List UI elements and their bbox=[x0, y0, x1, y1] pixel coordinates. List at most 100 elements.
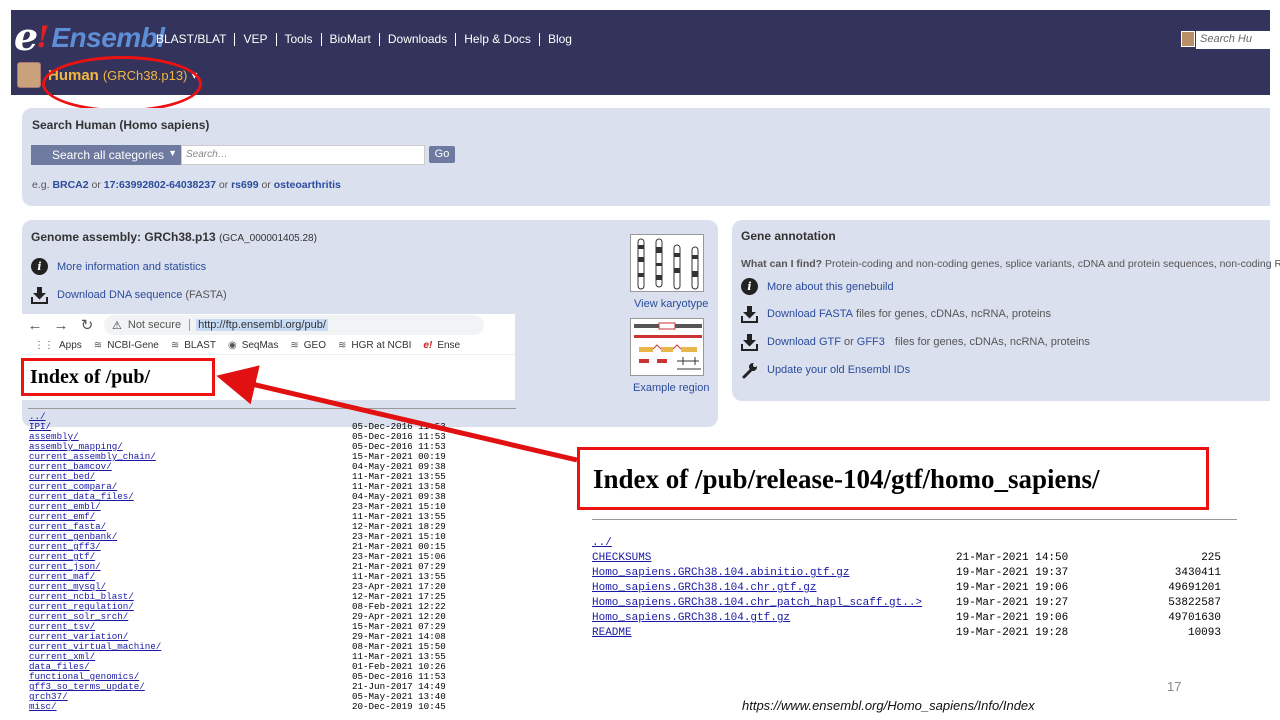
bookmark-hgr[interactable]: ≋ HGR at NCBI bbox=[338, 340, 411, 351]
globe-icon: ◉ bbox=[227, 340, 237, 351]
example-region-link[interactable]: Example region bbox=[633, 382, 709, 394]
download-dna-link[interactable]: Download DNA sequence (FASTA) bbox=[31, 286, 227, 304]
list-item: Homo_sapiens.GRCh38.104.chr.gtf.gz 19-Mar… bbox=[592, 581, 1232, 596]
back-icon[interactable]: ← bbox=[22, 317, 48, 334]
top-nav: BLAST/BLAT VEP Tools BioMart Downloads H… bbox=[156, 33, 580, 46]
nav-downloads[interactable]: Downloads bbox=[378, 33, 455, 46]
modified-date: 19-Mar-2021 19:06 bbox=[956, 612, 1069, 624]
bookmark-geo[interactable]: ≋ GEO bbox=[290, 340, 326, 351]
example-rs699[interactable]: rs699 bbox=[231, 179, 258, 191]
ensembl-logo[interactable]: e ! Ensembl bbox=[14, 16, 165, 56]
download-gff3-link[interactable]: GFF3 bbox=[857, 336, 885, 348]
bookmark-label: NCBI-Gene bbox=[107, 340, 159, 351]
more-genebuild-link[interactable]: i More about this genebuild bbox=[741, 278, 894, 295]
list-item: CHECKSUMS 21-Mar-2021 14:50 225 bbox=[592, 551, 1232, 566]
wrench-icon bbox=[742, 363, 757, 379]
search-title: Search Human (Homo sapiens) bbox=[32, 118, 210, 132]
file-link[interactable]: Homo_sapiens.GRCh38.104.abinitio.gtf.gz bbox=[592, 566, 956, 581]
nav-vep[interactable]: VEP bbox=[234, 33, 275, 46]
example-region-thumbnail[interactable] bbox=[630, 318, 704, 376]
nav-help-docs[interactable]: Help & Docs bbox=[455, 33, 539, 46]
bookmark-apps[interactable]: ⋮⋮ Apps bbox=[34, 340, 82, 351]
download-icon bbox=[31, 287, 48, 304]
ensembl-header: e ! Ensembl BLAST/BLAT VEP Tools BioMart… bbox=[11, 10, 1270, 112]
search-examples: e.g. BRCA2 or 17:63992802-64038237 or rs… bbox=[32, 179, 341, 191]
download-fasta-label: Download FASTA bbox=[767, 308, 854, 320]
go-button[interactable]: Go bbox=[429, 146, 455, 163]
species-selector-icon[interactable] bbox=[1181, 31, 1195, 47]
region-icon bbox=[634, 322, 702, 370]
apps-grid-icon: ⋮⋮ bbox=[34, 340, 54, 351]
forward-icon[interactable]: → bbox=[48, 317, 74, 334]
example-region[interactable]: 17:63992802-64038237 bbox=[104, 179, 216, 191]
directory-link[interactable]: misc/ bbox=[29, 702, 352, 712]
bookmark-label: Ense bbox=[437, 340, 461, 351]
download-gtf-link[interactable]: Download GTF bbox=[767, 336, 841, 348]
gtf-index-highlight: Index of /pub/release-104/gtf/homo_sapie… bbox=[577, 447, 1209, 510]
modified-date: 19-Mar-2021 19:06 bbox=[956, 582, 1069, 594]
logo-bang: ! bbox=[36, 20, 50, 55]
directory-link[interactable]: ../ bbox=[29, 412, 352, 422]
download-gtf-row: Download GTF or GFF3 files for genes, cD… bbox=[741, 333, 1090, 351]
gene-what-label: What can I find? bbox=[741, 258, 823, 270]
directory-link[interactable]: gff3_so_terms_update/ bbox=[29, 682, 352, 692]
top-search-input[interactable]: Search Hu bbox=[1196, 31, 1270, 49]
nav-tools[interactable]: Tools bbox=[275, 33, 321, 46]
genome-title: Genome assembly: GRCh38.p13 (GCA_0000014… bbox=[31, 230, 317, 244]
bookmark-blast[interactable]: ≋ BLAST bbox=[171, 340, 216, 351]
genome-title-text: Genome assembly: GRCh38.p13 bbox=[31, 230, 216, 244]
address-bar[interactable]: ⚠ Not secure http://ftp.ensembl.org/pub/ bbox=[104, 315, 484, 335]
file-link[interactable]: Homo_sapiens.GRCh38.104.gtf.gz bbox=[592, 611, 956, 626]
bookmark-ncbi-gene[interactable]: ≋ NCBI-Gene bbox=[94, 340, 159, 351]
file-link[interactable]: ../ bbox=[592, 536, 956, 551]
bookmark-ensembl[interactable]: e! Ense bbox=[423, 340, 460, 351]
caret-down-icon: ▼ bbox=[168, 148, 177, 158]
example-osteoarthritis[interactable]: osteoarthritis bbox=[274, 179, 341, 191]
directory-link[interactable]: grch37/ bbox=[29, 692, 352, 702]
list-item: Homo_sapiens.GRCh38.104.gtf.gz 19-Mar-202… bbox=[592, 611, 1232, 626]
download-fasta-suffix: files for genes, cDNAs, ncRNA, proteins bbox=[856, 308, 1052, 320]
ncbi-icon: ≋ bbox=[338, 340, 347, 351]
file-link[interactable]: README bbox=[592, 626, 956, 641]
karyotype-thumbnail[interactable] bbox=[630, 234, 704, 292]
gene-what-body: Protein-coding and non-coding genes, spl… bbox=[825, 258, 1280, 270]
examples-or: or bbox=[91, 179, 101, 191]
update-ids-link[interactable]: Update your old Ensembl IDs bbox=[741, 361, 910, 379]
file-link[interactable]: CHECKSUMS bbox=[592, 551, 956, 566]
source-url: https://www.ensembl.org/Homo_sapiens/Inf… bbox=[742, 698, 1035, 713]
more-genebuild-label: More about this genebuild bbox=[767, 280, 894, 293]
nav-blast[interactable]: BLAST/BLAT bbox=[156, 33, 234, 46]
file-link[interactable]: Homo_sapiens.GRCh38.104.chr_patch_hapl_s… bbox=[592, 596, 956, 611]
bookmark-label: BLAST bbox=[184, 340, 216, 351]
examples-prefix: e.g. bbox=[32, 179, 50, 191]
example-brca2[interactable]: BRCA2 bbox=[52, 179, 88, 191]
category-select[interactable]: Search all categories ▼ bbox=[31, 145, 181, 165]
download-fasta-link[interactable]: Download FASTA files for genes, cDNAs, n… bbox=[741, 305, 1051, 323]
view-karyotype-link[interactable]: View karyotype bbox=[634, 298, 708, 310]
gtf-directory-listing: ../CHECKSUMS 21-Mar-2021 14:50 225 Homo_sap… bbox=[592, 536, 1232, 641]
examples-or: or bbox=[261, 179, 271, 191]
reload-icon[interactable]: ↻ bbox=[74, 316, 100, 334]
karyotype-icon bbox=[637, 238, 699, 290]
bookmark-label: SeqMas bbox=[241, 340, 279, 351]
download-gtf-suffix: files for genes, cDNAs, ncRNA, proteins bbox=[894, 336, 1090, 348]
nav-blog[interactable]: Blog bbox=[538, 33, 580, 46]
examples-or: or bbox=[218, 179, 229, 191]
download-gtf-or: or bbox=[843, 336, 854, 348]
more-info-link[interactable]: i More information and statistics bbox=[31, 258, 206, 275]
modified-date: 21-Mar-2021 14:50 bbox=[956, 552, 1069, 564]
bookmark-label: GEO bbox=[303, 340, 326, 351]
gene-title: Gene annotation bbox=[741, 229, 836, 243]
file-size: 49701630 bbox=[1168, 612, 1221, 624]
list-item: README 19-Mar-2021 19:28 10093 bbox=[592, 626, 1232, 641]
genome-accession: (GCA_000001405.28) bbox=[219, 233, 317, 244]
update-ids-label: Update your old Ensembl IDs bbox=[767, 364, 911, 376]
list-item: ../ bbox=[592, 536, 1232, 551]
file-link[interactable]: Homo_sapiens.GRCh38.104.chr.gtf.gz bbox=[592, 581, 956, 596]
nav-biomart[interactable]: BioMart bbox=[320, 33, 379, 46]
modified-date: 20-Dec-2019 10:45 bbox=[352, 701, 446, 712]
bookmark-seqmas[interactable]: ◉ SeqMas bbox=[228, 340, 278, 351]
search-input[interactable]: Search… bbox=[181, 145, 425, 165]
file-size: 53822587 bbox=[1168, 597, 1221, 609]
gtf-index-title: Index of /pub/release-104/gtf/homo_sapie… bbox=[593, 464, 1100, 494]
